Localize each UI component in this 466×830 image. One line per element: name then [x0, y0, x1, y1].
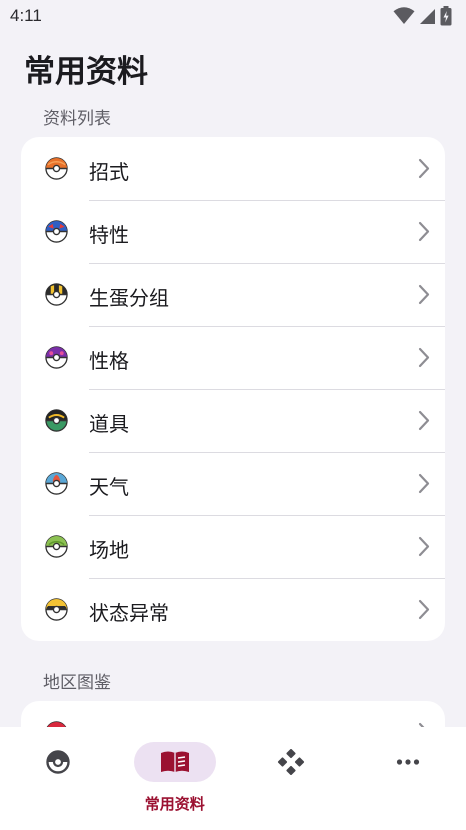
list-item-label: 场地 [89, 538, 129, 562]
list-item-label: 道具 [89, 412, 129, 436]
more-icon [396, 759, 419, 765]
nav-item-more[interactable] [350, 727, 466, 830]
list-item-egg-groups[interactable]: 生蛋分组 [21, 263, 445, 326]
pokeball-nav-icon [46, 750, 70, 774]
list-item-label: 状态异常 [89, 601, 169, 625]
list-item-abilities[interactable]: 特性 [21, 200, 445, 263]
status-time: 4:11 [10, 6, 42, 25]
list-item-items[interactable]: 道具 [21, 389, 445, 452]
list-item-terrain[interactable]: 场地 [21, 515, 445, 578]
list-item-weather[interactable]: 天气 [21, 452, 445, 515]
list-item-status-conditions[interactable]: 状态异常 [21, 578, 445, 641]
dusk-ball-icon [45, 409, 68, 432]
list-item-natures[interactable]: 性格 [21, 326, 445, 389]
chevron-right-icon [418, 410, 430, 431]
nav-pill-active [133, 742, 216, 782]
section-header-data-list: 资料列表 [43, 109, 111, 129]
chevron-right-icon [418, 284, 430, 305]
status-bar: 4:11 [0, 0, 466, 32]
chevron-right-icon [418, 599, 430, 620]
list-item-label: 招式 [89, 160, 129, 184]
section-header-regional-dex: 地区图鉴 [43, 673, 111, 693]
nav-pill [250, 742, 332, 782]
list-item-moves[interactable]: 招式 [21, 137, 445, 200]
data-list-card: 招式 特性 生蛋分组 性格 道具 天气 场地 状态异常 [21, 137, 445, 641]
chevron-right-icon [418, 347, 430, 368]
list-item-label: 性格 [89, 349, 129, 373]
dive-ball-icon [45, 472, 68, 495]
master-ball-icon [45, 346, 68, 369]
gamepad-icon [278, 749, 305, 775]
chevron-right-icon [418, 473, 430, 494]
great-ball-icon [45, 220, 68, 243]
nav-item-common-data[interactable]: 常用资料 [117, 727, 234, 830]
book-icon [160, 751, 189, 772]
chevron-right-icon [418, 536, 430, 557]
list-item-label: 生蛋分组 [89, 286, 169, 310]
quick-ball-icon [45, 598, 68, 621]
battery-icon [440, 6, 452, 26]
status-icons [393, 6, 452, 26]
nav-pill [17, 742, 99, 782]
nest-ball-icon [45, 535, 68, 558]
chevron-right-icon [418, 158, 430, 179]
page-title: 常用资料 [24, 54, 148, 90]
list-item-label: 特性 [89, 223, 129, 247]
bottom-navigation: 常用资料 [0, 727, 466, 830]
wifi-icon [393, 7, 415, 24]
ultra-ball-icon [45, 283, 68, 306]
list-item-label: 天气 [89, 475, 129, 499]
cellular-signal-icon [420, 9, 435, 24]
nav-item-pokedex[interactable] [0, 727, 117, 830]
poke-ball-icon [45, 157, 68, 180]
nav-item-games[interactable] [233, 727, 350, 830]
nav-label: 常用资料 [144, 795, 205, 813]
nav-pill [367, 742, 449, 782]
chevron-right-icon [418, 221, 430, 242]
